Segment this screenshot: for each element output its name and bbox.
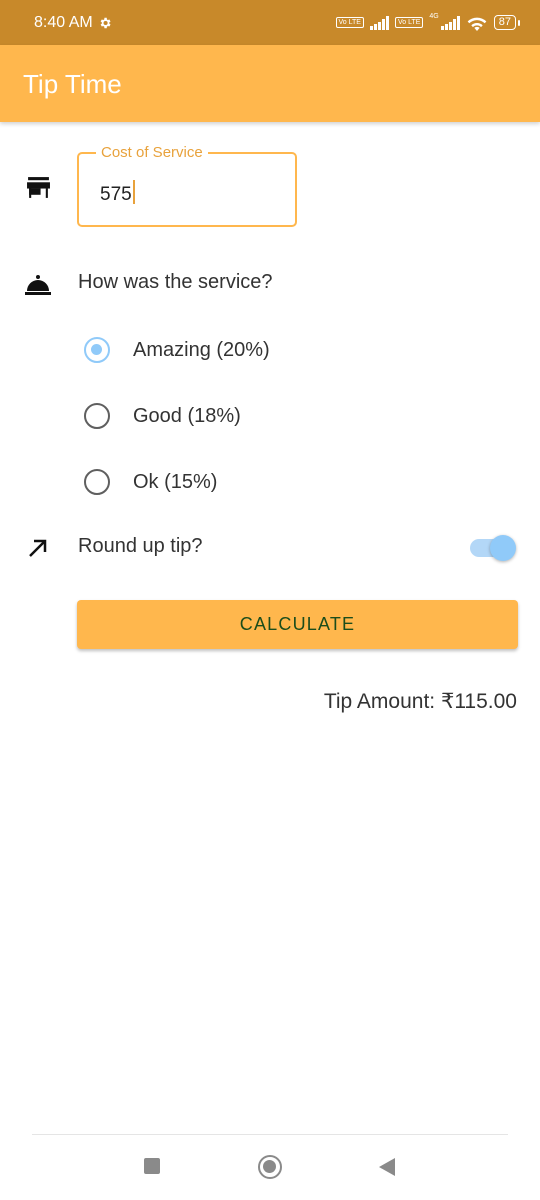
- text-cursor: [132, 180, 135, 204]
- app-bar: Tip Time: [0, 45, 540, 122]
- status-bar: 8:40 AM Vo LTE Vo LTE 4G 87: [0, 0, 540, 45]
- switch-thumb: [490, 535, 516, 561]
- option-good[interactable]: Good (18%): [84, 396, 464, 436]
- round-up-arrow-icon: [29, 539, 47, 557]
- back-triangle-icon[interactable]: [378, 1157, 396, 1177]
- round-up-label: Round up tip?: [78, 535, 203, 557]
- settings-gear-icon: [100, 17, 111, 28]
- status-icons: Vo LTE Vo LTE 4G 87: [335, 13, 521, 31]
- battery-icon: 87: [493, 15, 521, 30]
- radio-amazing[interactable]: [84, 337, 110, 363]
- option-good-label: Good (18%): [133, 404, 241, 427]
- radio-good[interactable]: [84, 403, 110, 429]
- recents-square-icon[interactable]: [144, 1158, 160, 1174]
- service-question: How was the service?: [78, 271, 273, 293]
- round-up-switch[interactable]: [470, 535, 516, 561]
- volte-icon-2: Vo LTE: [394, 17, 424, 28]
- option-amazing-label: Amazing (20%): [133, 338, 270, 361]
- wifi-icon: [467, 17, 487, 31]
- signal-icon-2: [440, 15, 460, 30]
- cost-of-service-label: Cost of Service: [96, 144, 208, 161]
- network-type: 4G: [429, 13, 439, 20]
- store-icon: [27, 177, 50, 198]
- nav-divider: [32, 1134, 508, 1135]
- cost-of-service-field[interactable]: Cost of Service 575: [77, 144, 297, 227]
- home-circle-icon[interactable]: [258, 1155, 282, 1179]
- cost-value-text: 575: [100, 184, 132, 205]
- option-ok-label: Ok (15%): [133, 470, 218, 493]
- volte-icon: Vo LTE: [335, 17, 364, 28]
- room-service-icon: [25, 275, 51, 295]
- signal-icon: [369, 15, 389, 30]
- cost-of-service-input[interactable]: 575: [100, 180, 135, 206]
- radio-ok[interactable]: [84, 469, 110, 495]
- option-amazing[interactable]: Amazing (20%): [84, 330, 464, 370]
- option-ok[interactable]: Ok (15%): [84, 462, 464, 502]
- calculate-button[interactable]: CALCULATE: [77, 600, 518, 649]
- status-time: 8:40 AM: [34, 13, 93, 31]
- tip-amount-text: Tip Amount: ₹115.00: [323, 690, 517, 713]
- app-title: Tip Time: [23, 69, 122, 99]
